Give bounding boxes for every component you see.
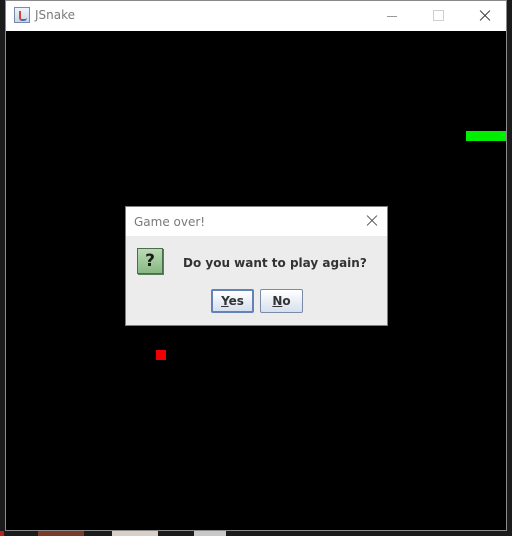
- close-button[interactable]: [461, 1, 507, 31]
- taskbar-item[interactable]: [194, 531, 226, 536]
- taskbar-edge: [0, 531, 512, 536]
- game-over-dialog: Game over! ? Do you want to play again? …: [125, 206, 388, 326]
- no-mnemonic: N: [272, 294, 283, 308]
- no-label-rest: o: [282, 294, 291, 308]
- taskbar-item[interactable]: [38, 531, 84, 536]
- maximize-button: [415, 1, 461, 31]
- java-app-icon: [14, 7, 30, 23]
- window-titlebar[interactable]: JSnake: [6, 1, 506, 31]
- app-window: JSnake Game over! ? Do you want to play …: [5, 0, 507, 531]
- snake-body: [466, 131, 506, 141]
- yes-button[interactable]: Yes: [211, 289, 254, 313]
- dialog-titlebar[interactable]: Game over!: [126, 207, 387, 236]
- question-icon: ?: [137, 248, 163, 274]
- dialog-message: Do you want to play again?: [183, 256, 367, 270]
- minimize-button[interactable]: [369, 1, 415, 31]
- taskbar-item[interactable]: [112, 531, 158, 536]
- taskbar-item[interactable]: [0, 531, 4, 536]
- yes-label-rest: es: [228, 294, 244, 308]
- window-title: JSnake: [35, 8, 76, 22]
- food-item: [156, 350, 166, 360]
- dialog-close-icon[interactable]: [361, 210, 383, 232]
- yes-mnemonic: Y: [221, 294, 229, 308]
- dialog-title: Game over!: [134, 215, 206, 229]
- no-button[interactable]: No: [260, 289, 303, 313]
- game-board: Game over! ? Do you want to play again? …: [6, 31, 506, 530]
